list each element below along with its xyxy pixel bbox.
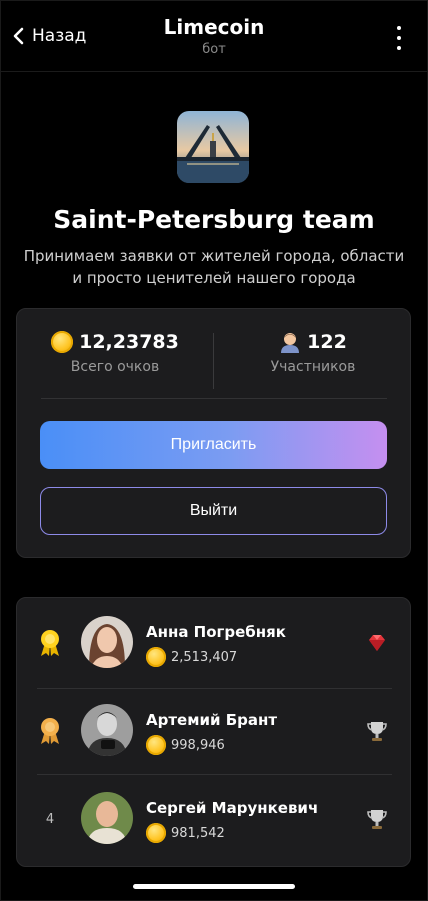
dot-icon	[397, 26, 401, 30]
members-value: 122	[307, 331, 347, 353]
team-stats-card: 12,23783 Всего очков 122 Участников Приг…	[16, 308, 411, 558]
members-stat: 122 Участников	[215, 331, 411, 375]
gold-ribbon-icon	[41, 630, 59, 656]
member-name: Сергей Марункевич	[146, 799, 319, 817]
exit-button[interactable]: Выйти	[40, 487, 387, 535]
bridge-photo-icon	[177, 111, 249, 183]
team-description-line-2: и просто ценителей нашего города	[72, 269, 356, 287]
total-points-value: 12,23783	[79, 331, 179, 353]
total-points-label: Всего очков	[70, 359, 160, 375]
member-points-value: 2,513,407	[171, 649, 238, 665]
member-name: Анна Погребняк	[146, 623, 286, 641]
member-name: Артемий Брант	[146, 711, 278, 729]
bronze-ribbon-icon	[41, 718, 59, 744]
more-menu-button[interactable]	[394, 26, 404, 50]
invite-button[interactable]: Пригласить	[40, 421, 387, 469]
dot-icon	[397, 36, 401, 40]
leaderboard-row[interactable]: 4 Сергей Марункевич 981,542	[17, 774, 410, 860]
home-indicator[interactable]	[133, 884, 295, 889]
member-points: 998,946	[146, 735, 225, 755]
member-points-value: 998,946	[171, 737, 225, 753]
silver-cup-icon	[367, 810, 387, 829]
app-subtitle: бот	[202, 42, 226, 57]
divider	[41, 398, 387, 399]
team-description-line-1: Принимаем заявки от жителей города, обла…	[23, 247, 405, 265]
member-points-value: 981,542	[171, 825, 225, 841]
dot-icon	[397, 46, 401, 50]
rank-number: 4	[45, 811, 55, 827]
member-points: 981,542	[146, 823, 225, 843]
team-description: Принимаем заявки от жителей города, обла…	[20, 245, 408, 289]
silver-cup-icon	[367, 722, 387, 741]
team-name: Saint-Petersburg team	[53, 205, 375, 234]
rank-badge	[35, 628, 65, 658]
coin-icon	[146, 823, 166, 843]
total-points-stat: 12,23783 Всего очков	[17, 331, 213, 375]
coin-icon	[146, 735, 166, 755]
app-title: Limecoin	[163, 15, 265, 39]
rank-badge	[35, 716, 65, 746]
coin-icon	[51, 331, 74, 353]
avatar	[81, 792, 133, 844]
divider	[213, 333, 214, 389]
person-icon	[281, 333, 300, 353]
leaderboard-row[interactable]: Анна Погребняк 2,513,407	[17, 598, 410, 684]
rank-badge: 4	[35, 804, 65, 834]
team-avatar	[177, 111, 249, 183]
member-points: 2,513,407	[146, 647, 237, 667]
red-gem-icon	[369, 635, 385, 651]
avatar	[81, 704, 133, 756]
members-leaderboard: Анна Погребняк 2,513,407 Артемий Брант 9…	[16, 597, 411, 867]
title-block: Limecoin бот	[0, 14, 428, 57]
top-bar: Назад Limecoin бот	[0, 0, 428, 72]
members-label: Участников	[270, 359, 356, 375]
avatar	[81, 616, 133, 668]
coin-icon	[146, 647, 166, 667]
leaderboard-row[interactable]: Артемий Брант 998,946	[17, 686, 410, 772]
